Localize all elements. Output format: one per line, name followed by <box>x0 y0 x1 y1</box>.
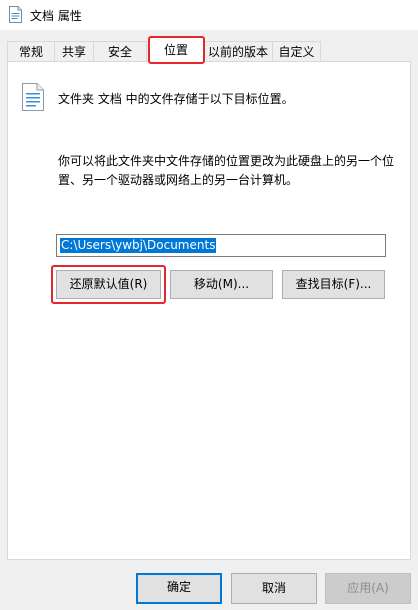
tab-sharing[interactable]: 共享 <box>54 41 94 61</box>
tab-previous-versions[interactable]: 以前的版本 <box>203 41 273 61</box>
document-icon <box>22 83 44 111</box>
apply-button[interactable]: 应用(A) <box>325 573 411 604</box>
path-input[interactable]: C:\Users\ywbj\Documents <box>56 234 386 257</box>
move-button[interactable]: 移动(M)... <box>170 270 273 299</box>
path-value: C:\Users\ywbj\Documents <box>60 238 217 253</box>
location-description: 你可以将此文件夹中文件存储的位置更改为此硬盘上的另一个位置、另一个驱动器或网络上… <box>58 154 395 187</box>
find-target-button[interactable]: 查找目标(F)... <box>282 270 385 299</box>
cancel-button[interactable]: 取消 <box>231 573 317 604</box>
restore-default-button[interactable]: 还原默认值(R) <box>56 270 161 299</box>
location-info-text: 文件夹 文档 中的文件存储于以下目标位置。 <box>58 92 294 106</box>
tab-customize[interactable]: 自定义 <box>272 41 321 61</box>
tab-security[interactable]: 安全 <box>93 41 147 61</box>
title-bar: 文档 属性 <box>0 0 418 30</box>
location-panel <box>7 61 411 560</box>
document-icon <box>9 6 22 23</box>
tab-general[interactable]: 常规 <box>7 41 55 61</box>
window-title: 文档 属性 <box>30 9 82 23</box>
properties-window: 文档 属性 常规 共享 安全 位置 以前的版本 自定义 文件夹 文档 中的文件存… <box>0 0 418 610</box>
tab-location[interactable]: 位置 <box>148 37 204 62</box>
ok-button[interactable]: 确定 <box>136 573 222 604</box>
